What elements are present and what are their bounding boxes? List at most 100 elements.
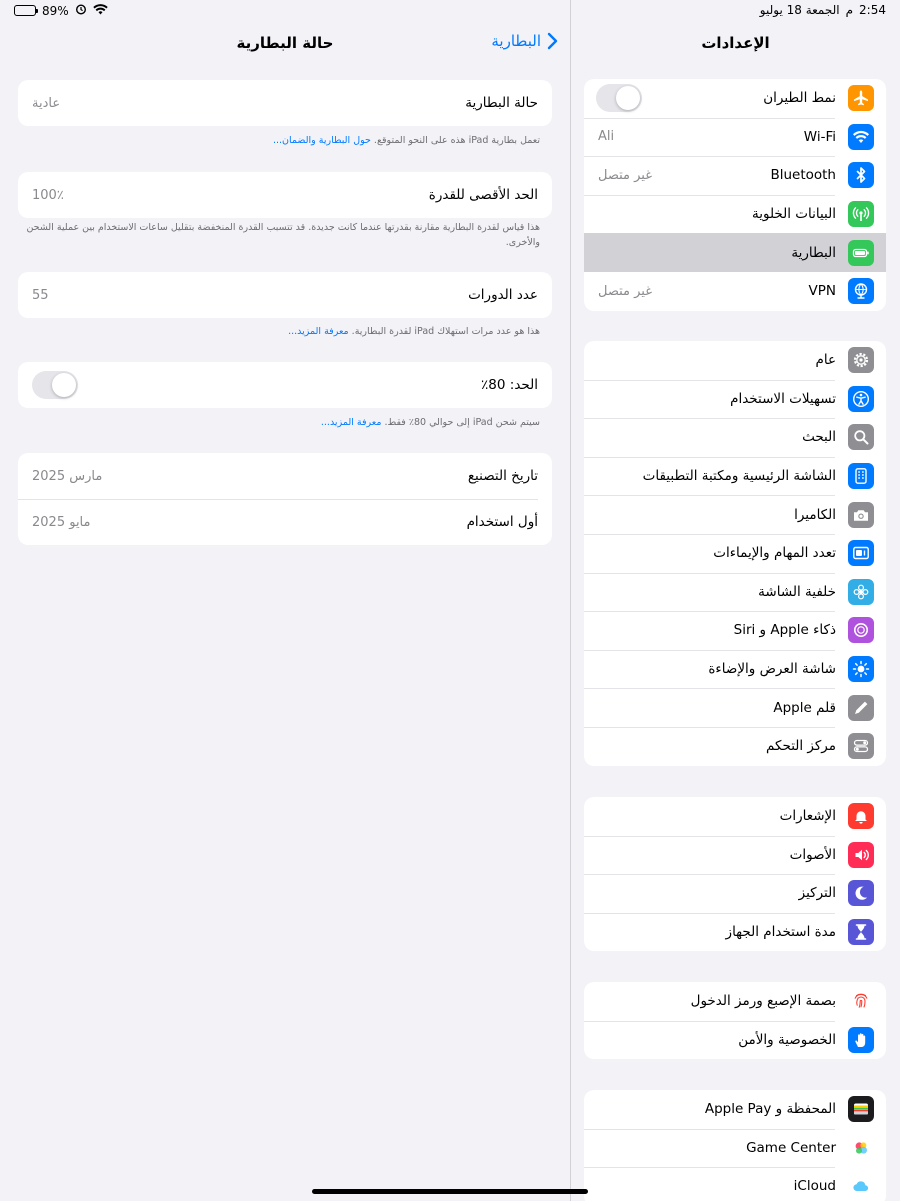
sidebar-item-vpn-globe[interactable]: VPN غير متصل bbox=[584, 272, 886, 311]
first-use-value: مايو 2025 bbox=[32, 514, 91, 530]
multitasking-icon bbox=[848, 540, 874, 567]
sidebar-item-hourglass[interactable]: مدة استخدام الجهاز bbox=[584, 912, 886, 952]
settings-sidebar: الإعدادات نمط الطيران Wi-Fi Ali Bluetooth غي… bbox=[571, 0, 900, 1201]
capacity-footnote: هذا قياس لقدرة البطارية مقارنة بقدرتها ع… bbox=[20, 221, 540, 250]
sidebar-item-label: الشاشة الرئيسية ومكتبة التطبيقات bbox=[642, 468, 836, 485]
sidebar-item-gear[interactable]: عام bbox=[584, 341, 886, 380]
sidebar-item-search[interactable]: البحث bbox=[584, 418, 886, 457]
sidebar-item-label: الكاميرا bbox=[794, 506, 836, 523]
sidebar-item-label: تسهيلات الاستخدام bbox=[730, 390, 836, 407]
sidebar-group-services: المحفظة و Apple Pay Game Center iCloud bbox=[584, 1090, 886, 1201]
brightness-icon bbox=[848, 656, 874, 683]
limit-learn-more-link[interactable]: معرفة المزيد... bbox=[321, 417, 382, 428]
sidebar-item-wallet[interactable]: المحفظة و Apple Pay bbox=[584, 1090, 886, 1129]
battery-condition-row: حالة البطارية عادية bbox=[18, 80, 552, 126]
sidebar-item-label: VPN bbox=[808, 283, 836, 300]
cycle-count-label: عدد الدورات bbox=[468, 287, 538, 303]
airplane-icon bbox=[848, 85, 874, 112]
notifications-icon bbox=[848, 803, 874, 830]
sidebar-item-accessibility[interactable]: تسهيلات الاستخدام bbox=[584, 379, 886, 419]
sidebar-item-label: خلفية الشاشة bbox=[758, 583, 836, 600]
sidebar-item-bluetooth[interactable]: Bluetooth غير متصل bbox=[584, 156, 886, 195]
manufacture-date-value: مارس 2025 bbox=[32, 468, 103, 484]
wifi-status-icon bbox=[92, 3, 108, 18]
sidebar-item-label: مركز التحكم bbox=[766, 738, 836, 755]
first-use-row: أول استخدام مايو 2025 bbox=[18, 499, 552, 545]
privacy-hand-icon bbox=[848, 1026, 874, 1053]
capacity-note: هذا قياس لقدرة البطارية مقارنة بقدرتها ع… bbox=[26, 222, 540, 248]
sidebar-item-game-center[interactable]: Game Center bbox=[584, 1128, 886, 1168]
back-button[interactable]: البطارية bbox=[491, 32, 558, 50]
battery-condition-value: عادية bbox=[32, 95, 61, 111]
chevron-back-icon bbox=[547, 32, 558, 50]
accessibility-icon bbox=[848, 385, 874, 412]
sidebar-item-value: Ali bbox=[598, 129, 615, 145]
battery-status-icon bbox=[14, 5, 38, 16]
status-right: 2:54 م الجمعة 18 يوليو bbox=[760, 3, 886, 17]
sidebar-item-label: iCloud bbox=[793, 1178, 836, 1195]
sounds-icon bbox=[848, 841, 874, 868]
sidebar-item-wifi[interactable]: Wi-Fi Ali bbox=[584, 117, 886, 157]
manufacture-date-label: تاريخ التصنيع bbox=[467, 468, 538, 484]
charge-limit-row: الحد: 80٪ bbox=[18, 362, 552, 408]
sidebar-title: الإعدادات bbox=[701, 34, 770, 52]
sidebar-group-notifications: الإشعارات الأصوات التركيز مدة استخدام الجها… bbox=[584, 797, 886, 952]
sidebar-item-icloud[interactable]: iCloud bbox=[584, 1167, 886, 1201]
charge-limit-toggle[interactable] bbox=[32, 371, 78, 399]
sidebar-item-label: البطارية bbox=[791, 244, 836, 261]
battery-warranty-link[interactable]: حول البطارية والضمان... bbox=[273, 135, 371, 146]
page-title: حالة البطارية bbox=[236, 34, 334, 52]
sidebar-item-cellular[interactable]: البيانات الخلوية bbox=[584, 194, 886, 234]
sidebar-item-label: تعدد المهام والإيماءات bbox=[713, 545, 836, 562]
sidebar-header: الإعدادات bbox=[571, 22, 900, 66]
cycle-footnote: هذا هو عدد مرات استهلاك iPad لقدرة البطا… bbox=[20, 325, 540, 340]
sidebar-group-security: بصمة الإصبع ورمز الدخول الخصوصية والأمن bbox=[584, 982, 886, 1060]
cycle-note: هذا هو عدد مرات استهلاك iPad لقدرة البطا… bbox=[351, 326, 540, 337]
wifi-icon bbox=[848, 123, 874, 150]
sidebar-item-label: Game Center bbox=[746, 1139, 836, 1156]
sidebar-item-value: غير متصل bbox=[598, 283, 653, 299]
sidebar-item-battery[interactable]: البطارية bbox=[584, 233, 886, 272]
sidebar-item-label: الإشعارات bbox=[779, 808, 836, 825]
battery-condition-card: حالة البطارية عادية bbox=[18, 80, 552, 126]
cycle-count-row: عدد الدورات 55 bbox=[18, 272, 552, 318]
home-screen-icon bbox=[848, 463, 874, 490]
sidebar-item-privacy-hand[interactable]: الخصوصية والأمن bbox=[584, 1020, 886, 1060]
wallet-icon bbox=[848, 1096, 874, 1123]
sidebar-item-label: التركيز bbox=[798, 885, 836, 902]
limit-footnote: سيتم شحن iPad إلى حوالي 80٪ فقط. معرفة ا… bbox=[20, 416, 540, 431]
sidebar-item-home-screen[interactable]: الشاشة الرئيسية ومكتبة التطبيقات bbox=[584, 456, 886, 496]
control-center-icon bbox=[848, 733, 874, 760]
max-capacity-label: الحد الأقصى للقدرة bbox=[428, 187, 538, 203]
gear-icon bbox=[848, 347, 874, 374]
airplane-toggle[interactable] bbox=[596, 84, 642, 113]
sidebar-item-label: شاشة العرض والإضاءة bbox=[708, 661, 836, 678]
sidebar-item-pencil[interactable]: قلم Apple bbox=[584, 688, 886, 727]
sidebar-item-brightness[interactable]: شاشة العرض والإضاءة bbox=[584, 649, 886, 689]
sidebar-item-control-center[interactable]: مركز التحكم bbox=[584, 726, 886, 766]
sidebar-item-label: نمط الطيران bbox=[763, 90, 836, 107]
battery-percent: 89% bbox=[42, 3, 69, 18]
cycle-learn-more-link[interactable]: معرفة المزيد... bbox=[288, 326, 349, 337]
charge-limit-card: الحد: 80٪ bbox=[18, 362, 552, 408]
sidebar-item-fingerprint[interactable]: بصمة الإصبع ورمز الدخول bbox=[584, 982, 886, 1021]
max-capacity-card: الحد الأقصى للقدرة 100٪ bbox=[18, 172, 552, 218]
fingerprint-icon bbox=[848, 988, 874, 1015]
focus-moon-icon bbox=[848, 880, 874, 907]
sidebar-item-sounds[interactable]: الأصوات bbox=[584, 835, 886, 875]
sidebar-item-wallpaper-flower[interactable]: خلفية الشاشة bbox=[584, 572, 886, 612]
sidebar-item-label: عام bbox=[815, 352, 836, 369]
sidebar-item-airplane[interactable]: نمط الطيران bbox=[584, 79, 886, 118]
sidebar-item-camera[interactable]: الكاميرا bbox=[584, 495, 886, 534]
sidebar-item-multitasking[interactable]: تعدد المهام والإيماءات bbox=[584, 533, 886, 573]
sidebar-item-siri[interactable]: ذكاء Apple و Siri bbox=[584, 611, 886, 650]
sidebar-group-connectivity: نمط الطيران Wi-Fi Ali Bluetooth غير متصل البي… bbox=[584, 79, 886, 311]
first-use-label: أول استخدام bbox=[466, 514, 538, 530]
game-center-icon bbox=[848, 1134, 874, 1161]
sidebar-item-focus-moon[interactable]: التركيز bbox=[584, 874, 886, 913]
icloud-icon bbox=[848, 1173, 874, 1200]
vpn-globe-icon bbox=[848, 278, 874, 305]
detail-nav-bar: حالة البطارية البطارية bbox=[0, 22, 570, 66]
sidebar-item-notifications[interactable]: الإشعارات bbox=[584, 797, 886, 836]
detail-pane: حالة البطارية البطارية حالة البطارية عاد… bbox=[0, 0, 570, 1201]
